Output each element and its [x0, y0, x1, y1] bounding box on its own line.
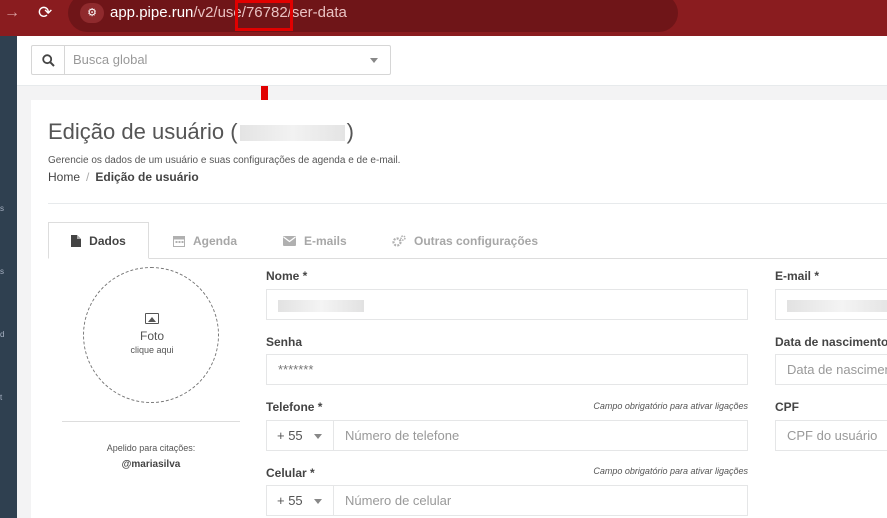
url-path-end: ser-data — [291, 4, 347, 21]
cell-label: Celular * — [266, 466, 315, 480]
global-search[interactable]: Busca global — [31, 45, 391, 75]
photo-title: Foto — [139, 329, 164, 343]
name-label: Nome * — [266, 269, 308, 283]
birth-field[interactable]: Data de nascimento — [775, 354, 887, 385]
birth-label: Data de nascimento — [775, 335, 887, 349]
chevron-down-icon[interactable] — [370, 58, 378, 63]
phone-input[interactable]: Número de telefone — [345, 421, 459, 450]
nickname-value: @mariasilva — [121, 459, 181, 470]
search-icon — [41, 53, 55, 67]
tab-label: Agenda — [193, 233, 238, 248]
file-icon — [71, 234, 82, 247]
name-field[interactable] — [266, 289, 748, 320]
email-label: E-mail * — [775, 269, 820, 283]
header-divider — [48, 203, 887, 204]
image-icon — [145, 313, 159, 324]
phone-ddi-value: + 55 — [277, 428, 303, 443]
sidebar-item-label[interactable]: s — [0, 204, 17, 213]
sidebar-item-label[interactable]: t — [0, 393, 17, 402]
password-label: Senha — [266, 335, 303, 349]
sidebar-item-label[interactable]: s — [0, 267, 17, 276]
breadcrumb-separator: / — [86, 170, 90, 184]
envelope-icon — [283, 235, 296, 246]
photo-subtitle: clique aqui — [130, 345, 174, 355]
cell-input[interactable]: Número de celular — [345, 486, 451, 515]
cell-ddi-value: + 55 — [277, 493, 303, 508]
reload-icon[interactable]: ⟳ — [38, 3, 58, 23]
password-field[interactable]: ******* — [266, 354, 748, 385]
page-title-prefix: Edição de usuário ( — [48, 119, 238, 144]
phone-label: Telefone * — [266, 400, 323, 414]
search-button[interactable] — [32, 46, 65, 74]
url-host: app.pipe.run — [110, 4, 194, 21]
cogs-icon — [392, 234, 406, 247]
redacted-user-name — [239, 125, 345, 142]
photo-upload[interactable]: Foto clique aqui — [83, 267, 219, 403]
phone-country-code-select[interactable]: + 55 — [267, 421, 334, 450]
tab-outras-configuracoes[interactable]: Outras configurações — [392, 222, 538, 259]
phone-hint: Campo obrigatório para ativar ligações — [593, 401, 748, 411]
redacted-email-value — [787, 299, 887, 312]
calendar-icon — [173, 235, 185, 247]
email-field[interactable] — [775, 289, 887, 320]
search-input[interactable]: Busca global — [73, 46, 147, 74]
forward-arrow-icon[interactable]: → — [4, 3, 24, 23]
cpf-field[interactable]: CPF do usuário — [775, 420, 887, 451]
site-settings-icon[interactable]: ⚙ — [80, 3, 104, 23]
tab-emails[interactable]: E-mails — [283, 222, 347, 259]
breadcrumb: Home / Edição de usuário — [48, 170, 199, 184]
cell-input-group[interactable]: + 55 Número de celular — [266, 485, 748, 516]
chevron-down-icon — [314, 499, 322, 504]
cell-hint: Campo obrigatório para ativar ligações — [593, 466, 748, 476]
nickname-label: Apelido para citações: — [106, 443, 196, 453]
tab-label: Dados — [89, 233, 126, 248]
cell-country-code-select[interactable]: + 55 — [267, 486, 334, 515]
cpf-label: CPF — [775, 400, 799, 414]
tab-label: E-mails — [304, 233, 347, 248]
chevron-down-icon — [314, 434, 322, 439]
breadcrumb-current: Edição de usuário — [95, 170, 199, 184]
tab-agenda[interactable]: Agenda — [173, 222, 237, 259]
page-subtitle: Gerencie os dados de um usuário e suas c… — [48, 155, 401, 166]
page-title-suffix: ) — [346, 119, 354, 144]
phone-input-group[interactable]: + 55 Número de telefone — [266, 420, 748, 451]
tab-dados[interactable]: Dados — [48, 222, 149, 259]
redacted-name-value — [278, 299, 364, 312]
tab-label: Outras configurações — [414, 233, 539, 248]
breadcrumb-home[interactable]: Home — [48, 170, 80, 184]
photo-divider — [62, 421, 240, 422]
highlight-box — [235, 0, 293, 31]
page-title: Edição de usuário () — [48, 119, 354, 145]
sidebar: s s d t — [0, 36, 17, 518]
sidebar-item-label[interactable]: d — [0, 330, 17, 339]
url-text[interactable]: app.pipe.run/v2/use/76782/ser-data — [110, 4, 347, 22]
